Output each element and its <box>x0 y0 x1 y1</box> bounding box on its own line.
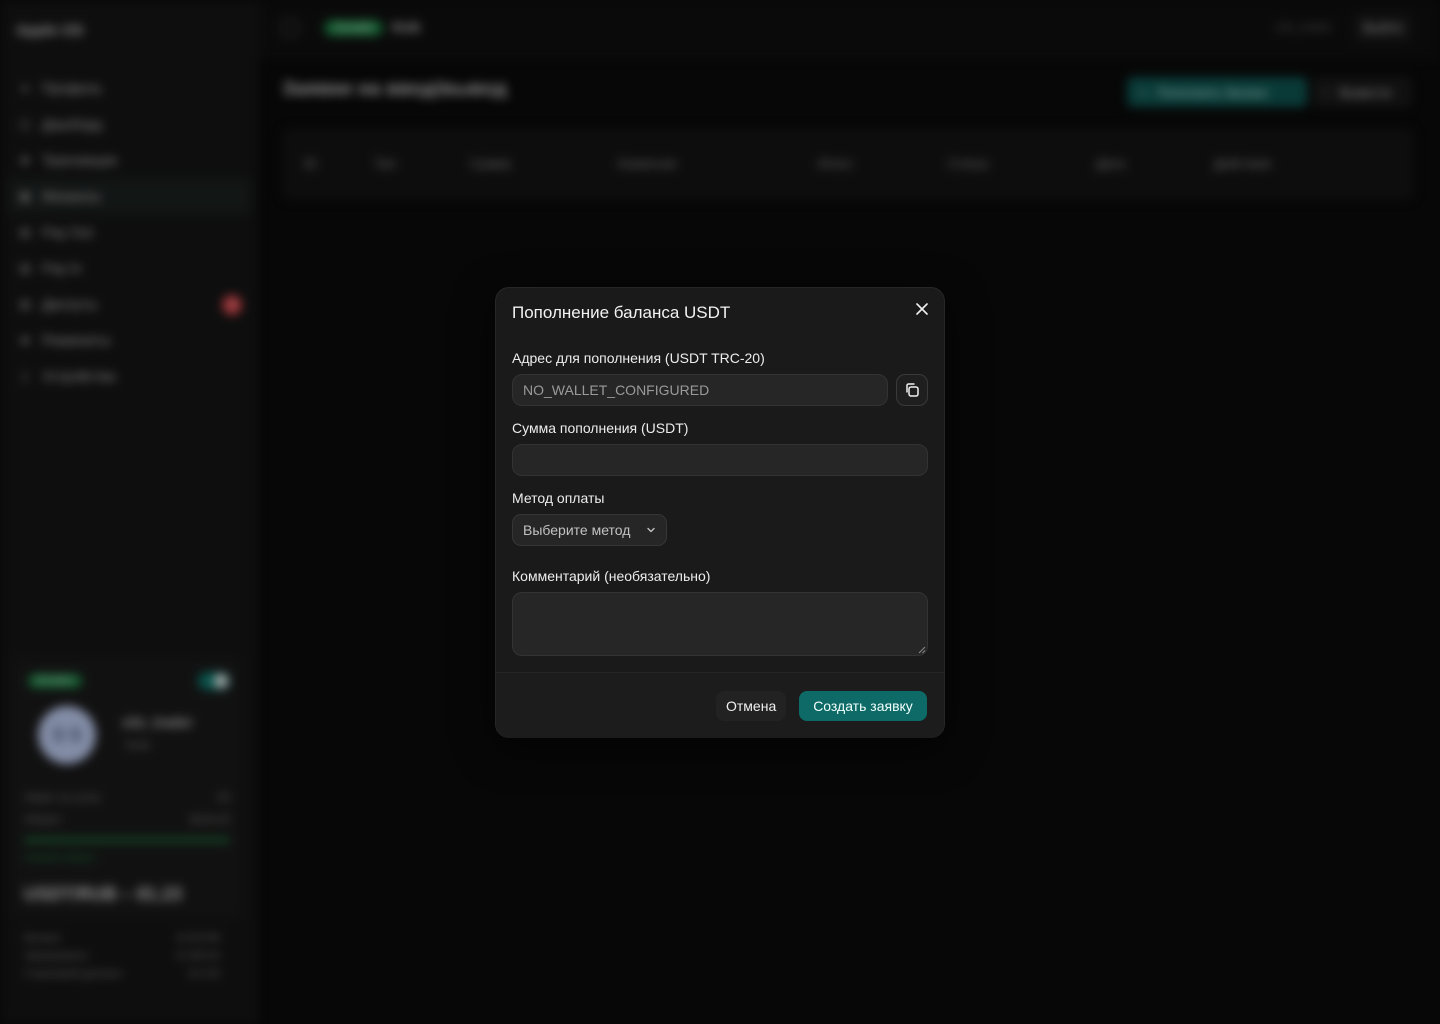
copy-icon <box>906 383 919 397</box>
comment-label: Комментарий (необязательно) <box>512 568 711 584</box>
amount-input[interactable] <box>512 444 928 476</box>
comment-textarea[interactable] <box>512 592 928 656</box>
method-label: Метод оплаты <box>512 490 605 506</box>
cancel-button[interactable]: Отмена <box>716 691 787 721</box>
create-request-button[interactable]: Создать заявку <box>799 691 927 721</box>
dialog-title: Пополнение баланса USDT <box>512 303 731 322</box>
address-label: Адрес для пополнения (USDT TRC-20) <box>512 350 765 366</box>
dialog-footer: Отмена Создать заявку <box>496 672 944 738</box>
payment-method-value: Выберите метод <box>523 522 631 538</box>
topup-dialog: Пополнение баланса USDT Адрес для пополн… <box>495 287 945 738</box>
address-field[interactable] <box>512 374 888 406</box>
close-icon <box>916 303 928 315</box>
payment-method-select[interactable]: Выберите метод <box>512 514 667 546</box>
resize-grip-icon[interactable] <box>918 646 926 654</box>
amount-label: Сумма пополнения (USDT) <box>512 420 689 436</box>
close-button[interactable] <box>913 300 931 318</box>
app: Apple OS ● Профиль ◫ Дашборд ■ Транзакци… <box>0 0 1440 1024</box>
copy-address-button[interactable] <box>896 374 928 406</box>
chevron-down-icon <box>647 527 655 533</box>
